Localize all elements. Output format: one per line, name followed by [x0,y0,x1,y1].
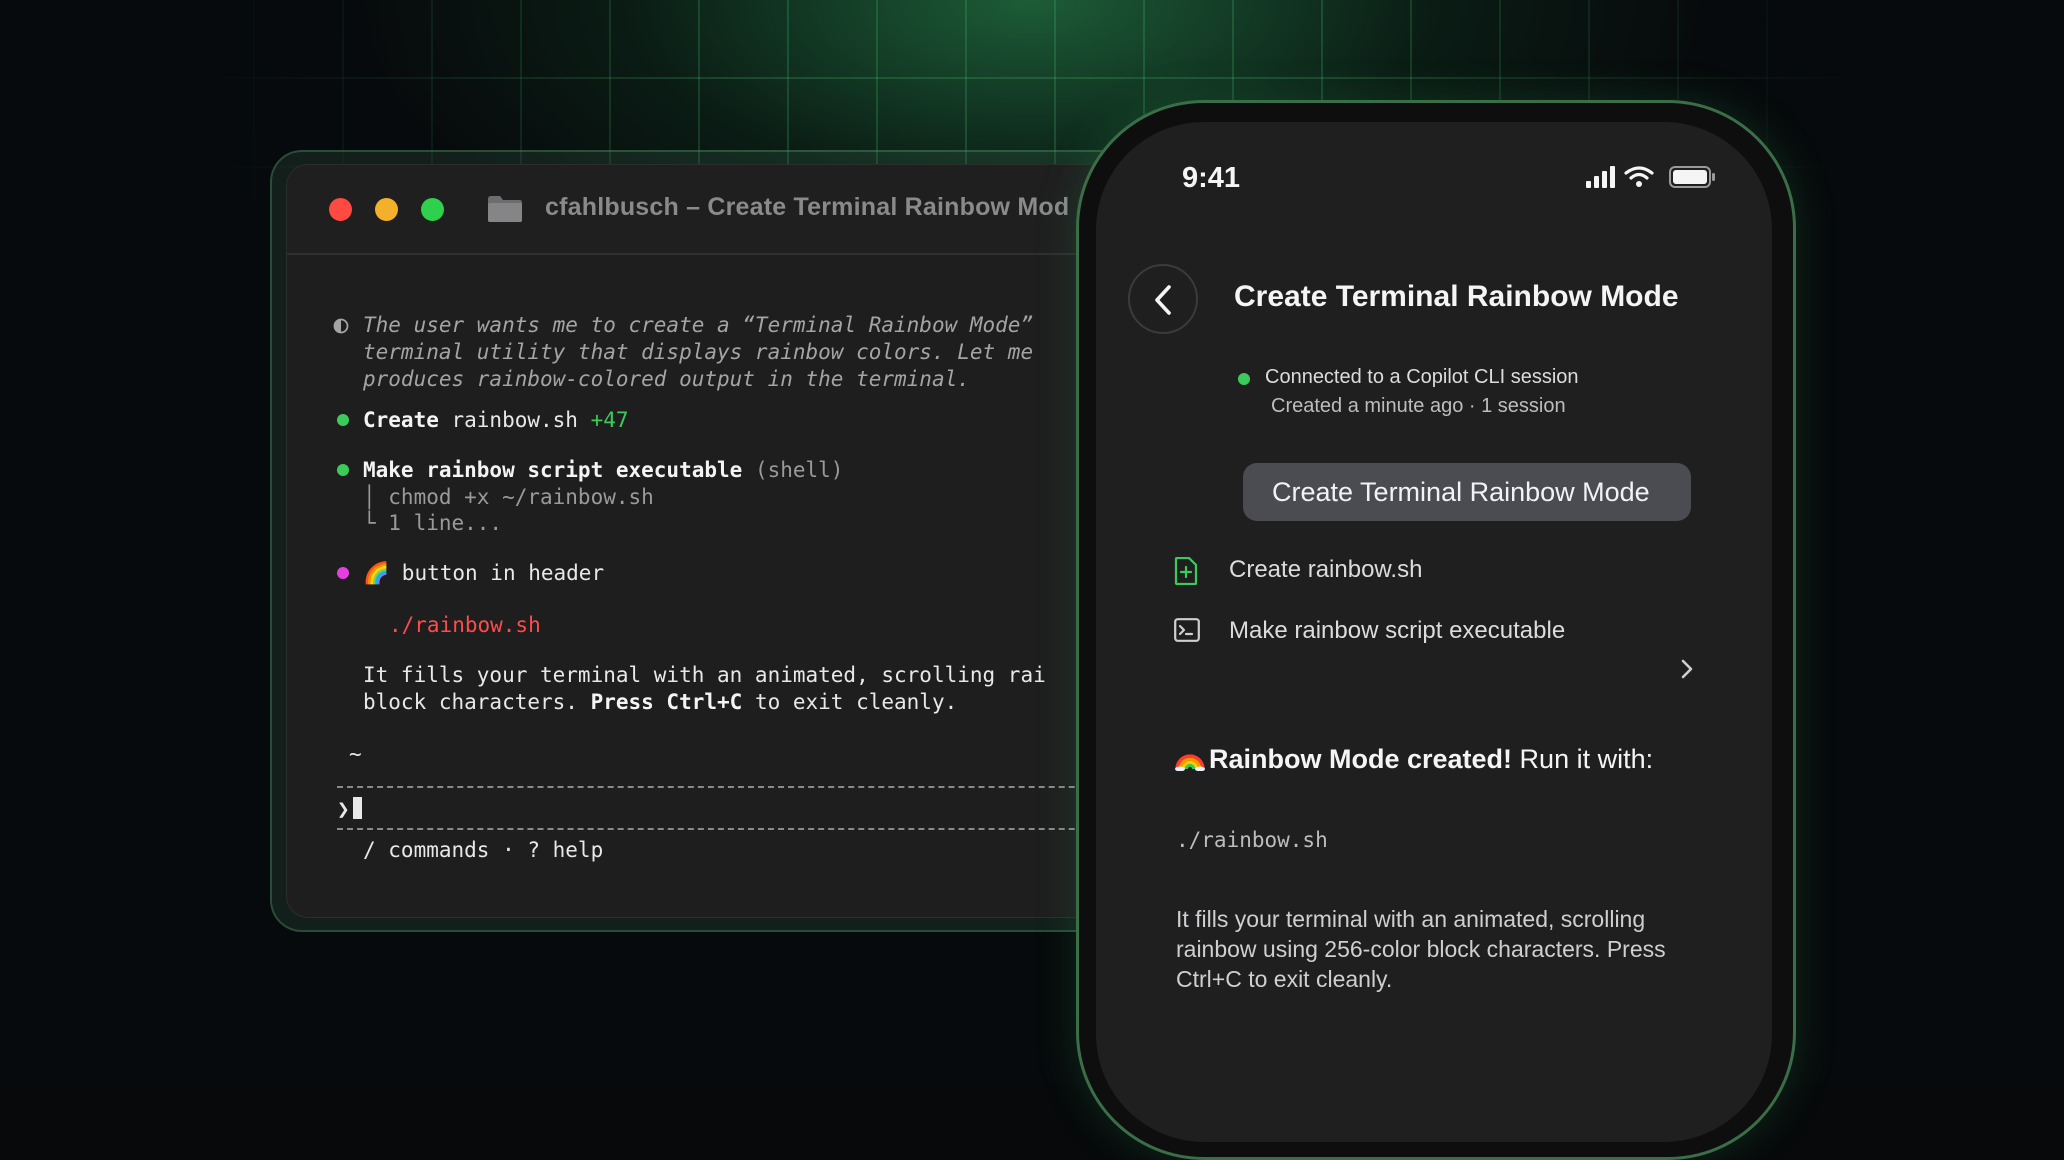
description-line-2: block characters. Press Ctrl+C to exit c… [363,689,957,716]
result-description: It fills your terminal with an animated,… [1176,906,1666,992]
description-line-1: It fills your terminal with an animated,… [363,663,1046,687]
rainbow-icon [1175,754,1205,771]
step-button-header: 🌈 button in header [363,560,604,587]
step-target: rainbow.sh [438,408,591,432]
user-message-bubble: Create Terminal Rainbow Mode [1243,463,1691,521]
shell-more[interactable]: └ 1 line... [363,510,502,537]
folder-icon [488,196,522,222]
input-divider-top [337,786,1185,788]
step-text: button in header [389,561,605,585]
result-heading: Rainbow Mode created! Run it with: [1175,744,1653,775]
maximize-window-button[interactable] [421,198,444,221]
thinking-line-1: The user wants me to create a “Terminal … [363,313,1034,337]
action-label: Make rainbow script executable [1229,617,1566,644]
step-create-file: Create rainbow.sh +47 [363,407,629,434]
description-text: block characters. [363,690,591,714]
step-tag: (shell) [742,458,844,482]
result-bold: Rainbow Mode created! [1209,744,1513,774]
text-cursor [352,797,362,819]
diff-count: +47 [590,408,629,432]
chevron-right-icon[interactable] [1680,658,1694,680]
current-directory: ~ [349,742,362,766]
thinking-line-2: terminal utility that displays rainbow c… [363,340,1034,364]
step-success-bullet [337,464,349,476]
session-meta: Created a minute ago · 1 session [1271,395,1566,417]
signal-icon [1586,166,1615,188]
prompt-input[interactable]: ❯ [337,796,362,823]
terminal-icon [1174,618,1200,642]
action-label: Create rainbow.sh [1229,556,1423,583]
thinking-icon [333,318,349,334]
rainbow-emoji: 🌈 [363,561,390,585]
shortcut-text: Press Ctrl+C [590,690,743,714]
wifi-icon [1624,166,1654,180]
input-divider-bottom [337,828,1185,830]
terminal-window[interactable]: cfahlbusch – Create Terminal Rainbow Mod… [286,164,1186,918]
shell-command: │ chmod +x ~/rainbow.sh [363,485,654,509]
terminal-footer-hints: / commands · ? help [363,838,604,862]
thinking-line-3: produces rainbow-colored output in the t… [363,367,970,391]
prompt-icon: ❯ [337,797,350,821]
step-action: Create [363,408,439,432]
connection-status: Connected to a Copilot CLI session [1265,366,1579,388]
step-accent-bullet [337,567,349,579]
connection-status-dot [1238,373,1250,385]
status-bar-icons [1586,166,1715,188]
action-create-file[interactable]: Create rainbow.sh [1174,556,1694,586]
description-text: to exit cleanly. [742,690,958,714]
back-button[interactable] [1128,264,1198,334]
close-window-button[interactable] [329,198,352,221]
run-command: ./rainbow.sh [389,613,541,637]
result-command: ./rainbow.sh [1176,828,1328,852]
action-make-executable[interactable]: Make rainbow script executable [1174,617,1694,647]
status-time: 9:41 [1182,162,1241,194]
terminal-title: cfahlbusch – Create Terminal Rainbow Mod [545,193,1070,221]
chevron-left-icon [1155,285,1171,315]
file-plus-icon [1174,557,1198,585]
battery-icon [1669,166,1715,188]
minimize-window-button[interactable] [375,198,398,221]
page-title: Create Terminal Rainbow Mode [1234,280,1679,313]
step-action: Make rainbow script executable [363,458,743,482]
terminal-output[interactable]: The user wants me to create a “Terminal … [287,253,1185,917]
terminal-titlebar[interactable]: cfahlbusch – Create Terminal Rainbow Mod [287,165,1185,255]
phone-screen[interactable]: 9:41 Create Terminal Rainbow Mode Connec… [1096,122,1772,1142]
step-make-executable: Make rainbow script executable (shell) [363,457,843,484]
step-success-bullet [337,414,349,426]
result-rest: Run it with: [1512,744,1654,774]
